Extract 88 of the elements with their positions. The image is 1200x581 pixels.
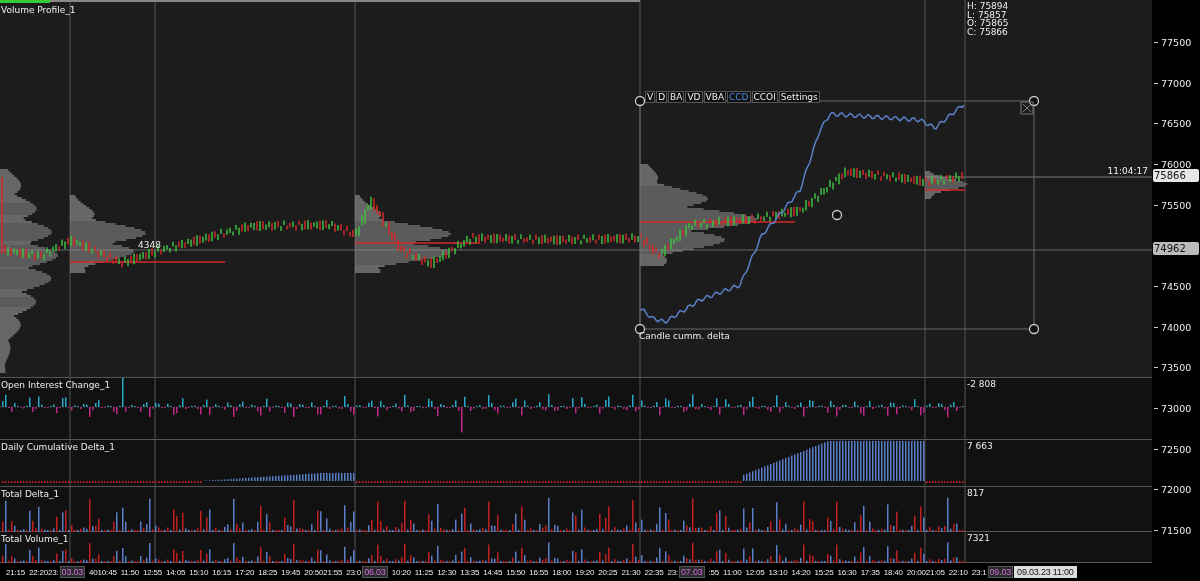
scroll-thumb[interactable] — [0, 0, 50, 3]
time-label: 17:35 — [859, 566, 880, 579]
panel-title: Total Volume_1 — [1, 534, 69, 544]
profile-value: 4348 — [138, 240, 161, 250]
time-label: 10:20 — [390, 566, 411, 579]
ohlc-value: H: 75894 — [967, 2, 1009, 11]
time-label: 18:25 — [257, 566, 278, 579]
time-label: 12:05 — [744, 566, 765, 579]
time-label: 13:35 — [459, 566, 480, 579]
time-label: :55 — [707, 566, 720, 579]
time-label: 22:10 — [947, 566, 968, 579]
panel-value: 817 — [967, 488, 985, 498]
bar-countdown: 11:04:17 — [1107, 166, 1148, 176]
time-label: 16:55 — [528, 566, 549, 579]
time-label: 14:05 — [165, 566, 186, 579]
time-label: 19:45 — [280, 566, 301, 579]
time-label: 11:50 — [119, 566, 140, 579]
time-label: 18:00 — [551, 566, 572, 579]
scroll-bar[interactable] — [50, 0, 640, 2]
time-label: 21:30 — [620, 566, 641, 579]
time-label: 19:20 — [574, 566, 595, 579]
time-label: 16:30 — [836, 566, 857, 579]
time-label: 15:50 — [505, 566, 526, 579]
time-label: 20:25 — [597, 566, 618, 579]
drag-handle[interactable] — [1028, 323, 1040, 335]
indicator-label: Candle cumm. delta — [639, 331, 730, 341]
price-tick: 73500 — [1161, 362, 1192, 374]
price-tick: 74000 — [1161, 321, 1192, 333]
indicator-tab[interactable]: VD — [685, 91, 703, 103]
panel-value: 7321 — [967, 533, 990, 543]
time-label: 12:55 — [142, 566, 163, 579]
time-label: 11:25 — [413, 566, 434, 579]
ohlc-value: O: 75865 — [967, 19, 1009, 28]
drag-handle[interactable] — [1028, 95, 1040, 107]
price-tick: 71500 — [1161, 524, 1192, 536]
panel-value: 7 663 — [967, 441, 993, 451]
time-label: 15:25 — [813, 566, 834, 579]
time-label: 15:10 — [188, 566, 209, 579]
indicator-tab[interactable]: CCD — [727, 91, 751, 103]
price-tick: 72500 — [1161, 443, 1192, 455]
indicator-tab[interactable]: Settings — [778, 91, 820, 103]
time-label: 4010:45 — [88, 566, 117, 579]
time-label: 12:30 — [436, 566, 457, 579]
time-label: 16:15 — [211, 566, 232, 579]
time-label: 06.03 — [362, 566, 388, 578]
time-label: 11:00 — [722, 566, 742, 579]
ohlc-value: L: 75857 — [967, 10, 1007, 19]
close-icon[interactable] — [1020, 101, 1034, 115]
time-label: 09.03 — [987, 566, 1014, 578]
time-label: 13:10 — [767, 566, 788, 579]
price-tick: 77000 — [1161, 77, 1192, 89]
time-label: 22:2023: — [28, 566, 59, 579]
ohlc-value: C: 75866 — [967, 27, 1009, 36]
price-tick: 73000 — [1161, 403, 1192, 414]
time-label: 14:45 — [482, 566, 503, 579]
time-label: 17:20 — [234, 566, 255, 579]
drag-handle[interactable] — [634, 95, 646, 107]
price-tick: 72000 — [1161, 484, 1192, 496]
time-label: 20:5021:55 — [303, 566, 343, 579]
last-price-label: 75866 — [1153, 168, 1199, 182]
price-tick: 75500 — [1161, 199, 1192, 211]
panel-title: Daily Cumulative Delta_1 — [1, 442, 116, 452]
time-label: 07.03 — [678, 566, 705, 578]
panel-title: Volume Profile_1 — [1, 5, 76, 15]
time-label: 23:0 — [345, 566, 362, 579]
time-label: 21:15 — [5, 566, 26, 579]
panel-value: -2 808 — [967, 379, 996, 389]
price-tick: 76000 — [1161, 159, 1192, 170]
time-label: 23:1 — [970, 566, 987, 579]
indicator-tab[interactable]: BA — [668, 91, 685, 103]
time-label: 03.03 — [59, 566, 86, 578]
price-tick: 77500 — [1161, 37, 1192, 48]
price-tick: 76500 — [1161, 118, 1192, 130]
price-tick: 74500 — [1161, 281, 1192, 292]
panel-title: Open Interest Change_1 — [1, 380, 111, 390]
time-label: 14:20 — [790, 566, 811, 579]
time-label: 09.03.23 11:00 — [1014, 566, 1077, 578]
time-label: 18:40 — [882, 566, 903, 579]
time-label: 23: — [666, 566, 678, 579]
cursor-price-label: 74962 — [1153, 242, 1199, 256]
indicator-tab[interactable]: VBA — [703, 91, 727, 103]
indicator-tab[interactable]: D — [656, 91, 668, 103]
time-label: 20:0021:05 — [905, 566, 945, 579]
panel-title: Total Delta_1 — [1, 489, 60, 499]
indicator-tab[interactable]: CCOI — [751, 91, 778, 103]
drag-handle[interactable] — [831, 209, 843, 221]
indicator-tab[interactable]: V — [645, 91, 656, 103]
time-label: 22:35 — [643, 566, 664, 579]
